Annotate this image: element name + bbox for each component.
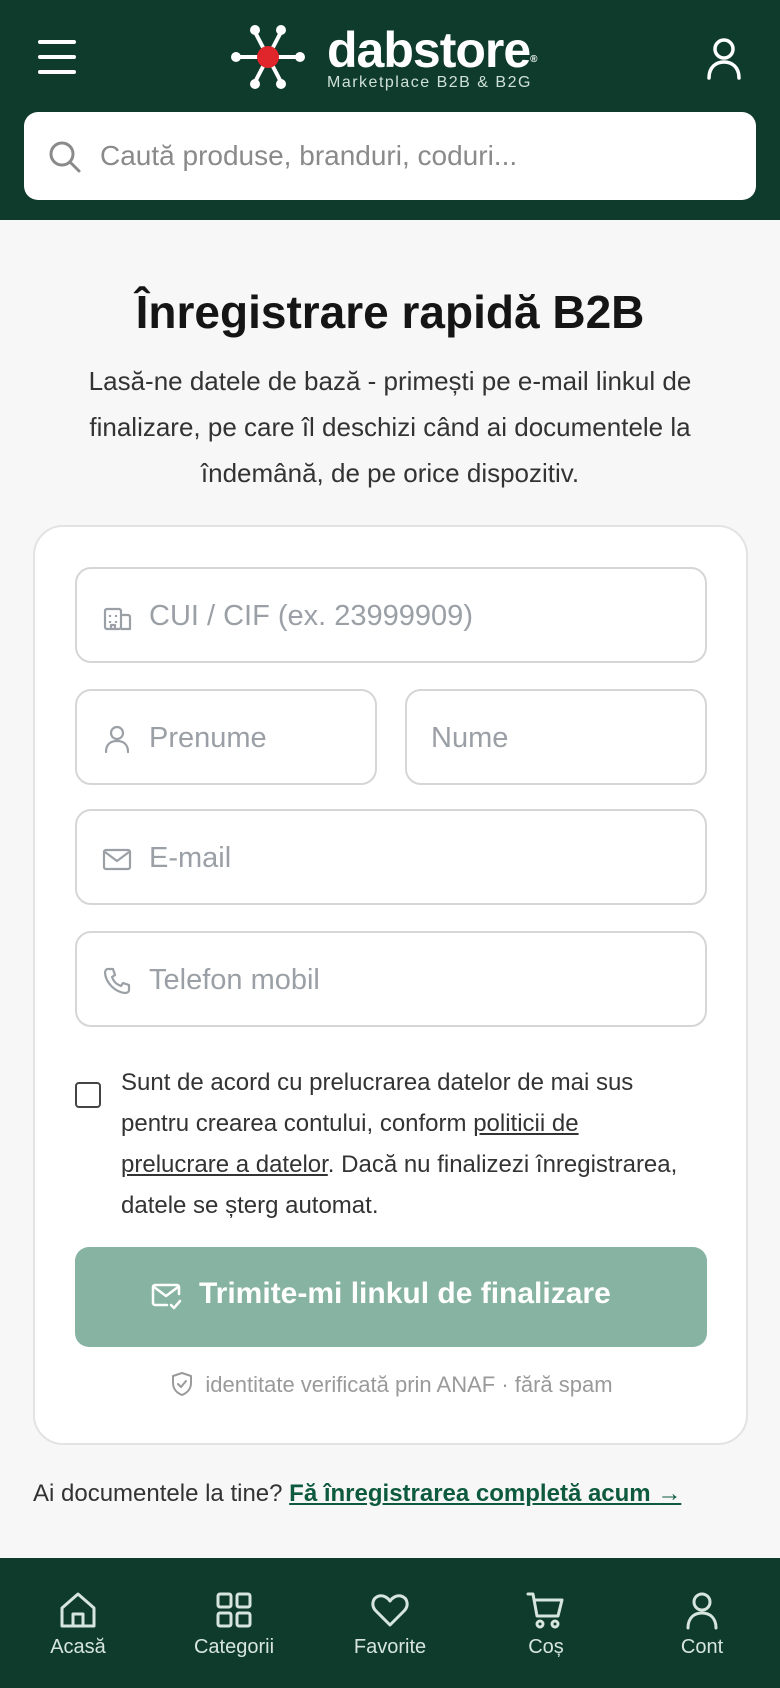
- email-field[interactable]: [75, 809, 707, 905]
- cui-input[interactable]: [149, 589, 687, 643]
- nav-label-categories: Categorii: [193, 1636, 275, 1658]
- person-icon: [104, 725, 130, 754]
- cui-field[interactable]: [75, 567, 707, 663]
- building-icon: [103, 607, 132, 631]
- nav-label-favorites: Favorite: [353, 1636, 427, 1658]
- hamburger-menu-icon[interactable]: [38, 40, 76, 74]
- consent-text: Sunt de acord cu prelucrarea datelor de …: [121, 1062, 681, 1226]
- complete-prompt-text: Ai documentele la tine?: [33, 1480, 290, 1507]
- mail-icon: [102, 848, 132, 871]
- phone-field[interactable]: [75, 931, 707, 1027]
- home-icon: [60, 1592, 96, 1628]
- nav-item-account[interactable]: Cont: [632, 1588, 772, 1659]
- nav-item-cart[interactable]: Coș: [476, 1588, 616, 1659]
- user-icon: [686, 1592, 718, 1630]
- trust-note: identitate verificată prin ANAF · fără s…: [35, 1372, 747, 1399]
- app-header: dabstore® Marketplace B2B & B2G: [0, 0, 780, 220]
- search-input[interactable]: [100, 130, 730, 182]
- send-link-button[interactable]: Trimite-mi linkul de finalizare: [75, 1247, 707, 1347]
- heart-icon: [371, 1594, 409, 1627]
- brand-name: dabstore®: [327, 22, 538, 78]
- nav-label-home: Acasă: [50, 1636, 106, 1658]
- nav-label-cart: Coș: [528, 1636, 564, 1658]
- registration-form-card: Sunt de acord cu prelucrarea datelor de …: [33, 525, 748, 1445]
- send-link-button-label: Trimite-mi linkul de finalizare: [199, 1277, 611, 1310]
- consent-checkbox[interactable]: [75, 1082, 101, 1108]
- first-name-field[interactable]: [75, 689, 377, 785]
- complete-registration-link[interactable]: Fă înregistrarea completă acum →: [289, 1480, 681, 1507]
- search-bar: [24, 112, 756, 200]
- nav-item-favorites[interactable]: Favorite: [320, 1588, 460, 1659]
- last-name-input[interactable]: [431, 711, 689, 765]
- nav-label-account: Cont: [680, 1636, 724, 1658]
- page-subtitle: Lasă-ne datele de bază - primești pe e-m…: [88, 366, 692, 488]
- account-user-icon[interactable]: [700, 34, 748, 82]
- mail-check-icon: [151, 1283, 182, 1310]
- bottom-navigation: Acasă Categorii Favorite Coș Cont: [0, 1558, 780, 1688]
- trust-note-text: identitate verificată prin ANAF · fără s…: [205, 1372, 613, 1397]
- logo-mark-icon: [231, 25, 305, 89]
- grid-icon: [216, 1592, 252, 1628]
- nav-item-categories[interactable]: Categorii: [164, 1588, 304, 1659]
- phone-input[interactable]: [149, 953, 687, 1007]
- email-input[interactable]: [149, 831, 687, 885]
- cart-icon: [526, 1592, 564, 1629]
- nav-item-home[interactable]: Acasă: [8, 1588, 148, 1659]
- brand-tagline: Marketplace B2B & B2G: [327, 74, 532, 91]
- shield-check-icon: [172, 1372, 193, 1397]
- phone-icon: [103, 967, 131, 995]
- last-name-field[interactable]: [405, 689, 707, 785]
- page-title: Înregistrare rapidă B2B: [135, 286, 645, 338]
- first-name-input[interactable]: [149, 711, 357, 765]
- complete-registration-prompt: Ai documentele la tine? Fă înregistrarea…: [33, 1480, 773, 1508]
- brand-logo[interactable]: dabstore® Marketplace B2B & B2G: [230, 22, 570, 92]
- search-icon: [49, 141, 81, 173]
